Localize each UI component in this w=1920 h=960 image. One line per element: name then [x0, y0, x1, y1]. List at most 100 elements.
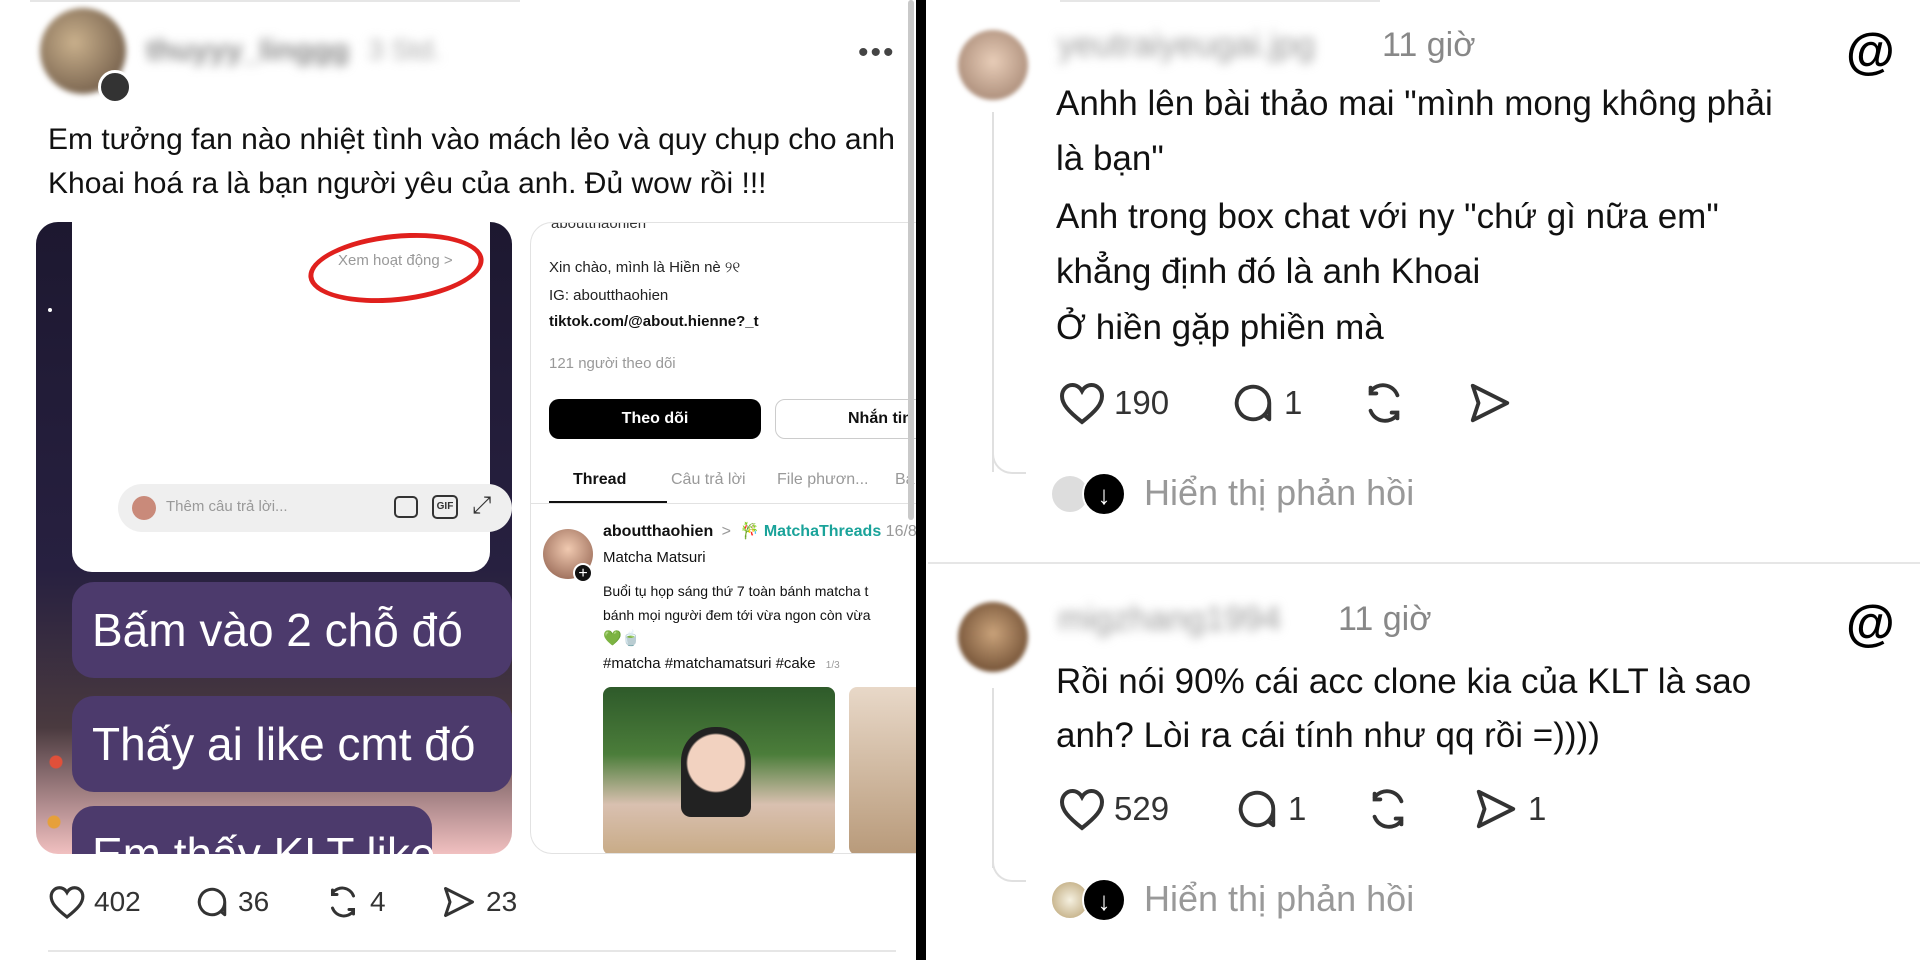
tab-thread[interactable]: Thread	[573, 471, 626, 489]
comment2-line-2: anh? Lòi ra cái tính như qq rồi =))))	[1056, 716, 1600, 755]
profile-bio-1: Xin chào, mình là Hiền nè ୨୧	[549, 259, 741, 276]
like-stat[interactable]: 402	[48, 884, 141, 920]
comment1-like-stat[interactable]: 190	[1058, 380, 1169, 426]
community-name[interactable]: MatchaThreads	[764, 523, 881, 540]
comment1-reply-arrow-icon[interactable]: ↓	[1082, 472, 1126, 516]
post-text: Em tưởng fan nào nhiệt tình vào mách lẻo…	[48, 123, 895, 200]
reply-avatar	[132, 496, 156, 520]
top-divider-left	[30, 0, 520, 2]
threads-logo-icon[interactable]: @	[1846, 22, 1895, 80]
comment1-username[interactable]: yeutraiyeugai.jpg	[1058, 26, 1315, 65]
share-count: 23	[486, 886, 518, 917]
comment2-repost-stat[interactable]	[1364, 786, 1412, 832]
chat-bubble-1: Bấm vào 2 chỗ đó	[72, 582, 512, 678]
comment1-like-count: 190	[1114, 384, 1170, 421]
sparkle-dot	[48, 308, 52, 312]
embedded-screenshot-profile[interactable]: aboutthaohien Xin chào, mình là Hiền nè …	[530, 222, 916, 854]
post-photo-2[interactable]	[849, 687, 916, 853]
comment1-line-4: khẳng định đó là anh Khoai	[1056, 252, 1481, 291]
gif-icon[interactable]: GIF	[432, 495, 458, 519]
thread-post-arrow: >	[721, 523, 732, 540]
emoji-row: 💚🍵	[603, 630, 641, 647]
comment2-thread-curve	[992, 848, 1026, 882]
comment-stat[interactable]: 36	[194, 884, 269, 920]
comment1-repost-stat[interactable]	[1360, 380, 1408, 426]
image-icon[interactable]	[394, 496, 418, 518]
share-stat[interactable]: 23	[440, 884, 517, 920]
comment-icon	[197, 887, 227, 917]
heart-icon	[1059, 788, 1105, 831]
profile-bio-3[interactable]: tiktok.com/@about.hienne?_t	[549, 313, 759, 330]
comment2-like-stat[interactable]: 529	[1058, 786, 1169, 832]
avatar-badge	[98, 70, 132, 104]
thread-post-body-1: Buổi tụ họp sáng thứ 7 toàn bánh matcha …	[603, 583, 869, 599]
post-time: 3 Std.	[368, 34, 442, 65]
comment1-show-replies[interactable]: Hiển thị phản hồi	[1144, 472, 1414, 514]
tab-media[interactable]: File phươn...	[777, 471, 868, 489]
red-circle-annotation	[304, 224, 488, 312]
thread-post-username[interactable]: aboutthaohien	[603, 523, 713, 540]
panel-divider	[916, 0, 926, 960]
post-username[interactable]: thuyyy_linggg	[146, 34, 349, 68]
comment2-share-count: 1	[1528, 790, 1547, 827]
page-indicator: 1/3	[825, 660, 840, 671]
comment1-thread-curve	[992, 440, 1026, 474]
threads-card: Xem hoạt động > Thêm câu trả lời... GIF …	[72, 222, 512, 572]
threads-logo-icon[interactable]: @	[1846, 594, 1895, 652]
comment1-time: 11 giờ	[1382, 26, 1476, 64]
comment1-line-1: Anhh lên bài thảo mai "mình mong không p…	[1056, 84, 1773, 123]
community-icon: 🎋	[739, 523, 760, 540]
comment-count: 36	[238, 886, 270, 917]
chat-bubble-3: Em thấy KLT like	[72, 806, 435, 854]
thread-post-tags: #matcha #matchamatsuri #cake 1/3	[603, 655, 840, 672]
comment2-avatar[interactable]	[958, 602, 1028, 672]
hashtags[interactable]: #matcha #matchamatsuri #cake	[603, 655, 816, 672]
comment2-thread-line	[992, 688, 994, 868]
comment1-line-2: là bạn"	[1056, 139, 1164, 178]
comment2-comment-stat[interactable]: 1	[1234, 786, 1306, 832]
thread-post-date: 16/8	[885, 523, 916, 540]
comment1-line-5: Ở hiền gặp phiền mà	[1056, 308, 1384, 347]
comment2-share-stat[interactable]: 1	[1472, 786, 1546, 832]
comment2-line-1: Rồi nói 90% cái acc clone kia của KLT là…	[1056, 662, 1752, 701]
plus-icon[interactable]: +	[573, 563, 593, 583]
profile-handle: aboutthaohien	[551, 222, 647, 232]
comment1-avatar[interactable]	[958, 30, 1028, 100]
comment2-username[interactable]: migzhang1994	[1058, 600, 1281, 639]
more-options-icon[interactable]: •••	[858, 36, 896, 70]
comment1-comment-stat[interactable]: 1	[1230, 380, 1302, 426]
thread-post-body-2: bánh mọi người đem tới vừa ngon còn vừa	[603, 607, 871, 623]
profile-bio-2: IG: aboutthaohien	[549, 287, 669, 304]
comment-icon	[1234, 384, 1272, 422]
expand-icon[interactable]: ⤢	[472, 492, 491, 520]
top-divider-right	[1060, 0, 1380, 2]
person-figure	[681, 727, 751, 817]
comment1-share-stat[interactable]	[1466, 380, 1514, 426]
repost-stat[interactable]: 4	[324, 884, 386, 920]
follower-count[interactable]: 121 người theo dõi	[549, 355, 676, 372]
comment-separator	[928, 562, 1920, 564]
thread-post-user[interactable]: aboutthaohien > 🎋 MatchaThreads 16/8	[603, 521, 916, 541]
follow-button[interactable]: Theo dõi	[549, 399, 761, 439]
comment2-reply-arrow-icon[interactable]: ↓	[1082, 878, 1126, 922]
reply-placeholder: Thêm câu trả lời...	[166, 498, 288, 515]
comment2-comment-count: 1	[1288, 790, 1307, 827]
message-button[interactable]: Nhắn tin	[775, 399, 916, 439]
scrollbar[interactable]	[908, 0, 914, 520]
comment1-thread-line	[992, 112, 994, 472]
chat-bubble-2: Thấy ai like cmt đó	[72, 696, 512, 792]
repost-icon	[331, 886, 355, 918]
tabs-border	[531, 503, 916, 504]
reply-input[interactable]: Thêm câu trả lời... GIF ⤢	[118, 484, 512, 532]
comment1-line-3: Anh trong box chat với ny "chứ gì nữa em…	[1056, 197, 1719, 236]
thread-post-title: Matcha Matsuri	[603, 549, 706, 566]
share-icon	[1476, 789, 1516, 829]
heart-icon	[49, 886, 85, 920]
post-photo-1[interactable]	[603, 687, 835, 853]
tab-replies[interactable]: Câu trả lời	[671, 471, 746, 489]
flowers-decoration	[36, 722, 76, 854]
embedded-screenshot-chat[interactable]: Xem hoạt động > Thêm câu trả lời... GIF …	[36, 222, 512, 854]
comment-icon	[1238, 790, 1276, 828]
share-icon	[1470, 383, 1510, 423]
comment2-show-replies[interactable]: Hiển thị phản hồi	[1144, 878, 1414, 920]
